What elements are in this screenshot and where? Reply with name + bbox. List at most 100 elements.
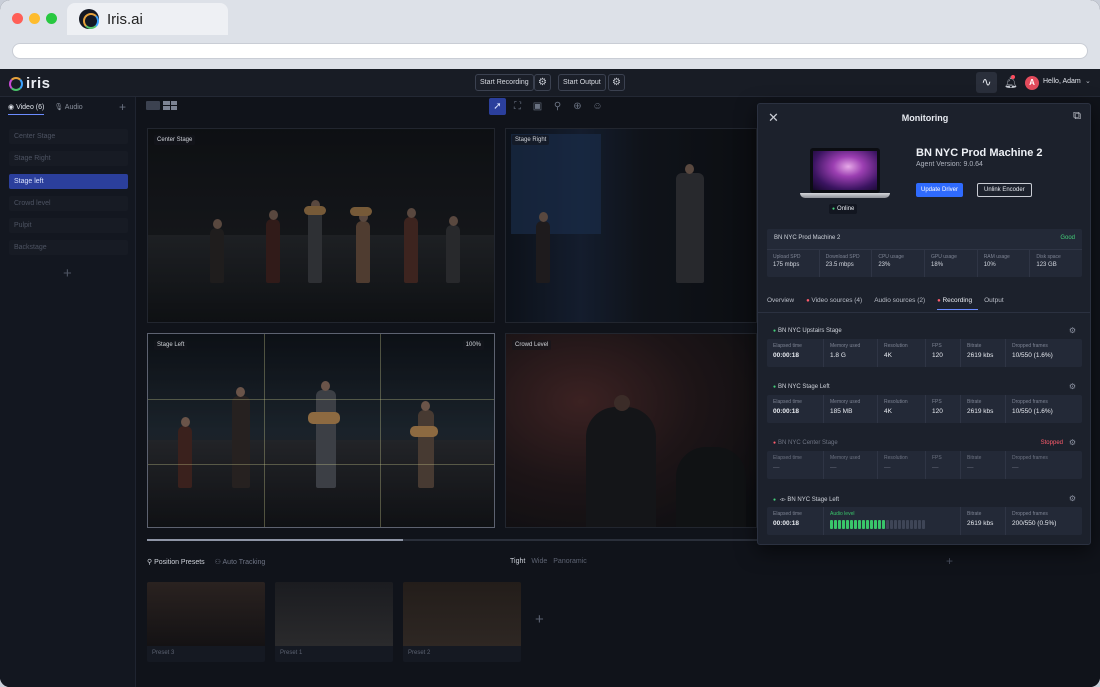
presets-tabs: ⚲ Position Presets ⚇ Auto Tracking bbox=[147, 558, 265, 566]
monitoring-panel: ✕ Monitoring ⧉ Online BN NYC Prod Machin… bbox=[757, 103, 1091, 545]
tab-video-sources[interactable]: ● Video sources (4) bbox=[806, 297, 868, 310]
tab-recording[interactable]: ● Recording bbox=[937, 297, 979, 310]
feed-stage-right[interactable]: Stage Right bbox=[505, 128, 757, 323]
add-preset-icon[interactable]: + bbox=[946, 554, 953, 568]
start-recording-button[interactable]: Start Recording bbox=[475, 74, 534, 91]
browser-window: Iris.ai iris Start Recording ⚙ Start Out… bbox=[0, 0, 1100, 687]
laptop-icon bbox=[800, 148, 890, 202]
recording-settings-gear-icon[interactable]: ⚙ bbox=[534, 74, 551, 91]
sidebar-item-crowd-level[interactable]: Crowd level bbox=[9, 195, 128, 211]
user-greeting[interactable]: Hello, Adam bbox=[1043, 78, 1081, 85]
person-track-icon[interactable]: ⚲ bbox=[549, 98, 566, 115]
recording-name: ● ◃▹ BN NYC Stage Left bbox=[773, 496, 839, 503]
framing-modes: Tight Wide Panoramic bbox=[510, 558, 587, 565]
tab-position-presets-label: Position Presets bbox=[154, 559, 205, 566]
status-badge: Stopped bbox=[1040, 440, 1063, 446]
metric-key: FPS bbox=[932, 455, 942, 461]
update-driver-button[interactable]: Update Driver bbox=[916, 183, 964, 197]
gear-icon[interactable]: ⚙ bbox=[1069, 438, 1076, 447]
metric-key: Elapsed time bbox=[773, 455, 802, 461]
preset-thumbnail bbox=[147, 582, 265, 646]
feed-crowd-level[interactable]: Crowd Level bbox=[505, 333, 757, 528]
feed-stage-left[interactable]: Stage Left 100% bbox=[147, 333, 495, 528]
mode-wide[interactable]: Wide bbox=[531, 558, 547, 565]
tab-auto-tracking-label: Auto Tracking bbox=[222, 559, 266, 566]
audio-level-segment bbox=[866, 520, 869, 529]
sidebar-item-stage-left[interactable]: Stage left bbox=[9, 173, 128, 189]
audio-level-segment bbox=[894, 520, 897, 529]
agent-version: Agent Version: 9.0.64 bbox=[916, 161, 983, 168]
stat-value: 23.5 mbps bbox=[825, 262, 854, 268]
monitoring-pulse-icon[interactable]: ∿ bbox=[976, 72, 997, 93]
metric-value: 200/550 (0.5%) bbox=[1012, 520, 1057, 527]
face-detect-icon[interactable]: ☺ bbox=[589, 98, 606, 115]
recording-name-label: BN NYC Stage Left bbox=[787, 497, 840, 503]
metric-key: Elapsed time bbox=[773, 399, 802, 405]
gear-icon[interactable]: ⚙ bbox=[1069, 494, 1076, 503]
browser-tab[interactable]: Iris.ai bbox=[67, 3, 228, 35]
source-list: Center Stage Stage Right Stage left Crow… bbox=[9, 129, 128, 263]
address-bar[interactable] bbox=[12, 43, 1088, 59]
mode-panoramic[interactable]: Panoramic bbox=[553, 558, 586, 565]
metric-value: 2619 kbs bbox=[967, 408, 994, 415]
sidebar-item-backstage[interactable]: Backstage bbox=[9, 240, 128, 256]
avatar[interactable]: A bbox=[1025, 76, 1039, 90]
audio-level-segment bbox=[850, 520, 853, 529]
camera-toolbar: ➚ ⛶ ▣ ⚲ ⊕ ☺ bbox=[489, 98, 606, 115]
zoom-level: 100% bbox=[462, 340, 484, 350]
feed-scrollbar-thumb[interactable] bbox=[147, 539, 403, 541]
recording-name-label: BN NYC Stage Left bbox=[778, 384, 830, 390]
add-preset-icon[interactable]: + bbox=[535, 611, 544, 628]
feed-center-stage[interactable]: Center Stage bbox=[147, 128, 495, 323]
tab-video[interactable]: ◉ Video (6) bbox=[8, 103, 45, 115]
sidebar-item-stage-right[interactable]: Stage Right bbox=[9, 151, 128, 167]
grid-view-icon[interactable] bbox=[163, 101, 177, 110]
browser-chrome: Iris.ai bbox=[0, 0, 1100, 69]
focus-frame-icon[interactable]: ⛶ bbox=[509, 98, 526, 115]
preset-card[interactable]: Preset 2 bbox=[403, 582, 521, 662]
audio-level-segment bbox=[838, 520, 841, 529]
tab-video-label: Video (6) bbox=[16, 104, 45, 111]
tab-audio[interactable]: 🎙︎ Audio bbox=[54, 103, 82, 115]
output-settings-gear-icon[interactable]: ⚙ bbox=[608, 74, 625, 91]
preset-card[interactable]: Preset 1 bbox=[275, 582, 393, 662]
chevron-down-icon[interactable]: ⌄ bbox=[1085, 77, 1091, 85]
audio-level-segment bbox=[890, 520, 893, 529]
tab-position-presets[interactable]: ⚲ Position Presets bbox=[147, 558, 205, 566]
tab-auto-tracking[interactable]: ⚇ Auto Tracking bbox=[215, 558, 266, 566]
audio-level-segment bbox=[842, 520, 845, 529]
metric-value: — bbox=[884, 464, 891, 471]
gear-icon[interactable]: ⚙ bbox=[1069, 326, 1076, 335]
metric-value: 1.8 G bbox=[830, 352, 846, 359]
health-status: Good bbox=[1060, 235, 1075, 241]
add-group-icon[interactable]: + bbox=[63, 265, 72, 282]
crop-icon[interactable]: ▣ bbox=[529, 98, 546, 115]
gear-icon[interactable]: ⚙ bbox=[1069, 382, 1076, 391]
single-view-icon[interactable] bbox=[146, 101, 160, 110]
brand[interactable]: iris bbox=[9, 75, 51, 92]
maximize-window-button[interactable] bbox=[46, 13, 57, 24]
minimize-window-button[interactable] bbox=[29, 13, 40, 24]
audio-level-segment bbox=[874, 520, 877, 529]
unlink-encoder-button[interactable]: Unlink Encoder bbox=[977, 183, 1032, 197]
mode-tight[interactable]: Tight bbox=[510, 558, 525, 565]
add-source-icon[interactable]: + bbox=[119, 100, 126, 114]
stat-ram: RAM usage 10% bbox=[978, 250, 1031, 277]
tab-overview[interactable]: Overview bbox=[767, 297, 800, 310]
metric-key: FPS bbox=[932, 343, 942, 349]
zoom-icon[interactable]: ⊕ bbox=[569, 98, 586, 115]
tab-output[interactable]: Output bbox=[984, 297, 1010, 310]
external-link-icon[interactable]: ⧉ bbox=[1073, 110, 1081, 123]
metric-key: Resolution bbox=[884, 399, 908, 405]
pointer-icon[interactable]: ➚ bbox=[489, 98, 506, 115]
sidebar-item-center-stage[interactable]: Center Stage bbox=[9, 129, 128, 144]
preset-label: Preset 1 bbox=[280, 650, 303, 656]
tab-audio-sources[interactable]: Audio sources (2) bbox=[874, 297, 931, 310]
start-output-button[interactable]: Start Output bbox=[558, 74, 606, 91]
feed-scrollbar[interactable] bbox=[147, 539, 757, 541]
metric-key: Memory used bbox=[830, 399, 861, 405]
close-window-button[interactable] bbox=[12, 13, 23, 24]
preset-thumbnail bbox=[275, 582, 393, 646]
preset-card[interactable]: Preset 3 bbox=[147, 582, 265, 662]
sidebar-item-pulpit[interactable]: Pulpit bbox=[9, 218, 128, 234]
